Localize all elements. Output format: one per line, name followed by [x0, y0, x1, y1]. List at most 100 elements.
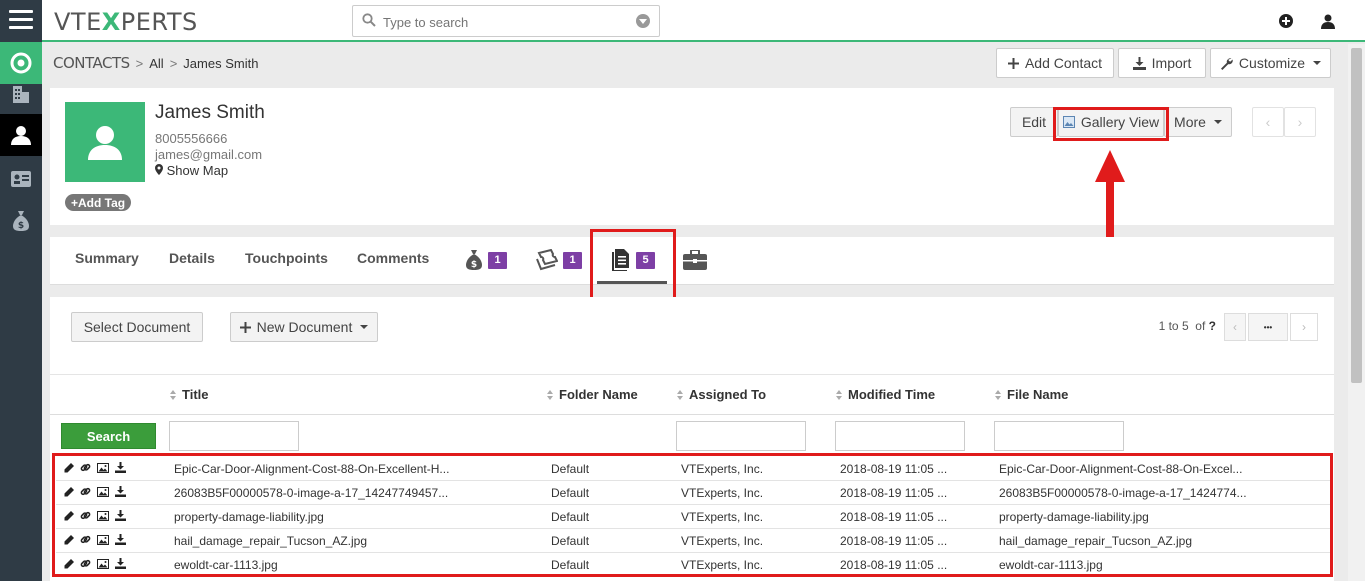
cell-title[interactable]: hail_damage_repair_Tucson_AZ.jpg [174, 534, 367, 548]
wrench-icon [1220, 57, 1233, 70]
link-icon[interactable] [80, 558, 91, 572]
search-input[interactable] [383, 12, 623, 32]
column-header-modified-time[interactable]: Modified Time [836, 387, 935, 402]
deals-count-badge: 1 [488, 251, 507, 269]
tab-tickets[interactable]: 1 [536, 246, 582, 274]
svg-text:$: $ [471, 260, 477, 270]
image-preview-icon[interactable] [97, 558, 109, 572]
row-actions [64, 486, 126, 500]
link-icon[interactable] [80, 510, 91, 524]
breadcrumb-module[interactable]: CONTACTS [53, 54, 130, 72]
chevron-left-icon: ‹ [1233, 320, 1237, 334]
link-icon[interactable] [80, 486, 91, 500]
table-row[interactable]: hail_damage_repair_Tucson_AZ.jpg Default V… [56, 529, 1332, 553]
column-header-file-name[interactable]: File Name [995, 387, 1068, 402]
add-tag-button[interactable]: + Add Tag [65, 194, 132, 211]
import-button[interactable]: Import [1118, 48, 1206, 78]
scrollbar-thumb[interactable] [1351, 48, 1362, 383]
page-jump-button[interactable]: ••• [1248, 313, 1288, 341]
page-scrollbar[interactable] [1348, 44, 1365, 581]
edit-pencil-icon[interactable] [64, 510, 74, 524]
filter-file-name-input[interactable] [994, 421, 1124, 451]
page-header: CONTACTS > All > James Smith Add Contact Imp… [42, 44, 1348, 84]
tab-summary[interactable]: Summary [75, 250, 139, 266]
contact-avatar [65, 102, 145, 182]
edit-pencil-icon[interactable] [64, 534, 74, 548]
image-preview-icon[interactable] [97, 486, 109, 500]
tickets-count-badge: 1 [563, 251, 582, 269]
row-actions [64, 558, 126, 572]
cell-file-name: 26083B5F00000578-0-image-a-17_1424774... [999, 486, 1247, 500]
filter-modified-time-input[interactable] [835, 421, 965, 451]
column-header-folder-name[interactable]: Folder Name [547, 387, 638, 402]
user-profile-icon[interactable] [1320, 13, 1336, 29]
download-icon[interactable] [115, 558, 126, 572]
tab-touchpoints[interactable]: Touchpoints [245, 250, 328, 266]
image-preview-icon[interactable] [97, 510, 109, 524]
edit-button[interactable]: Edit [1010, 107, 1058, 137]
column-header-assigned-to[interactable]: Assigned To [677, 387, 766, 402]
gallery-view-button[interactable]: Gallery View [1058, 107, 1164, 137]
tab-details[interactable]: Details [169, 250, 215, 266]
total-count-link[interactable]: ? [1209, 319, 1216, 333]
filter-search-button[interactable]: Search [61, 423, 156, 449]
filter-assigned-to-input[interactable] [676, 421, 806, 451]
tab-projects[interactable] [683, 246, 707, 274]
next-page-button[interactable]: › [1290, 313, 1318, 341]
breadcrumb-filter[interactable]: All [149, 56, 163, 71]
download-icon[interactable] [115, 534, 126, 548]
cell-title[interactable]: property-damage-liability.jpg [174, 510, 324, 524]
link-icon[interactable] [80, 534, 91, 548]
contact-email[interactable]: james@gmail.com [155, 147, 262, 162]
pagination-info: 1 to 5 of ? [1158, 319, 1216, 333]
edit-pencil-icon[interactable] [64, 462, 74, 476]
tab-comments[interactable]: Comments [357, 250, 429, 266]
breadcrumb-record: James Smith [183, 56, 259, 71]
image-preview-icon[interactable] [97, 534, 109, 548]
download-icon[interactable] [115, 462, 126, 476]
edit-pencil-icon[interactable] [64, 558, 74, 572]
add-contact-button[interactable]: Add Contact [996, 48, 1114, 78]
next-record-button[interactable]: › [1284, 107, 1316, 137]
column-header-title[interactable]: Title [170, 387, 209, 402]
table-row[interactable]: ewoldt-car-1113.jpg Default VTExperts, Inc… [56, 553, 1332, 577]
new-document-button[interactable]: New Document [230, 312, 378, 342]
show-map-link[interactable]: Show Map [155, 163, 228, 178]
search-dropdown-icon[interactable] [636, 14, 650, 28]
cell-title[interactable]: ewoldt-car-1113.jpg [174, 558, 278, 572]
tab-deals[interactable]: $ 1 [465, 246, 507, 274]
cell-folder-name: Default [551, 510, 590, 524]
ticket-icon [536, 249, 558, 271]
tab-documents[interactable]: 5 [611, 246, 655, 274]
table-row[interactable]: Epic-Car-Door-Alignment-Cost-88-On-Excel… [56, 457, 1332, 481]
contacts-icon[interactable] [0, 114, 42, 156]
download-icon[interactable] [115, 486, 126, 500]
select-document-button[interactable]: Select Document [71, 312, 203, 342]
active-tab-indicator [597, 281, 667, 284]
contact-summary-card: James Smith 8005556666 james@gmail.com S… [50, 88, 1334, 225]
download-icon[interactable] [115, 510, 126, 524]
sort-icon [995, 390, 1002, 400]
edit-pencil-icon[interactable] [64, 486, 74, 500]
previous-record-button[interactable]: ‹ [1252, 107, 1284, 137]
add-plus-icon[interactable] [1278, 13, 1294, 29]
link-icon[interactable] [80, 462, 91, 476]
image-preview-icon[interactable] [97, 462, 109, 476]
more-button[interactable]: More [1164, 107, 1232, 137]
cell-assigned-to: VTExperts, Inc. [681, 510, 764, 524]
header-divider [50, 374, 1334, 375]
deals-money-bag-icon[interactable]: $ [0, 200, 42, 242]
cell-title[interactable]: 26083B5F00000578-0-image-a-17_1424774945… [174, 486, 448, 500]
customize-button[interactable]: Customize [1210, 48, 1331, 78]
filter-title-input[interactable] [169, 421, 299, 451]
documents-panel: Select Document New Document 1 to 5 of ?… [50, 297, 1334, 581]
table-row[interactable]: 26083B5F00000578-0-image-a-17_1424774945… [56, 481, 1332, 505]
cell-title[interactable]: Epic-Car-Door-Alignment-Cost-88-On-Excel… [174, 462, 449, 476]
caret-down-icon [1313, 61, 1322, 65]
leads-card-icon[interactable] [0, 158, 42, 200]
organizations-icon[interactable] [0, 76, 42, 112]
previous-page-button[interactable]: ‹ [1224, 313, 1246, 341]
menu-icon[interactable] [9, 10, 33, 30]
vtexperts-logo[interactable]: VTEXPERTS [54, 8, 198, 36]
table-row[interactable]: property-damage-liability.jpg Default VTEx… [56, 505, 1332, 529]
